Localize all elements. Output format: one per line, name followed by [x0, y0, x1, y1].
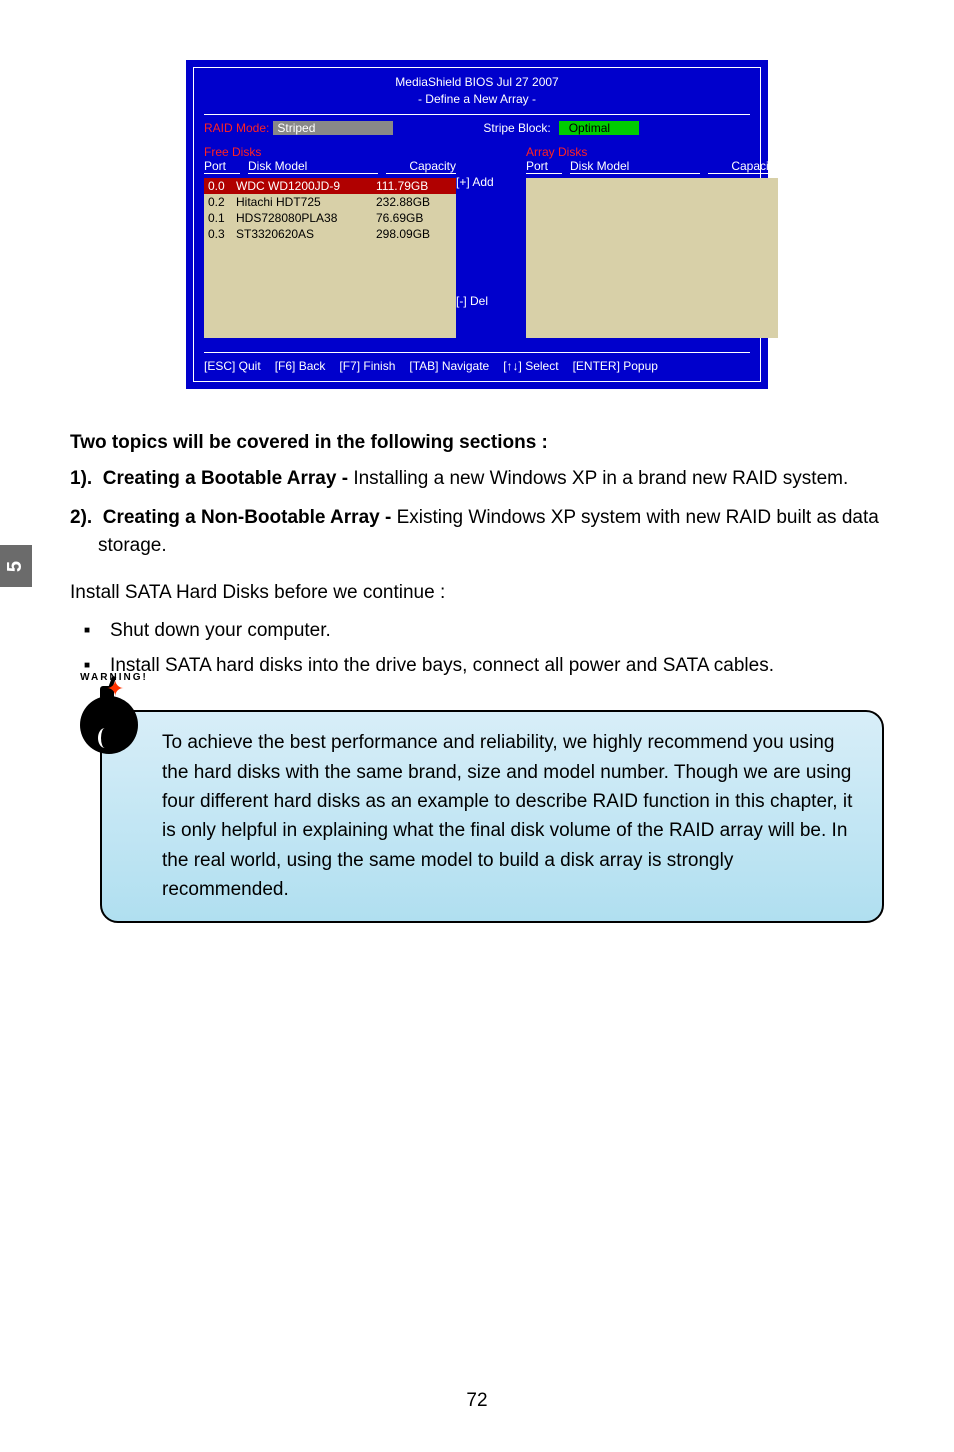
topic2-num: 2). [70, 507, 92, 528]
topic1-rest: Installing a new Windows XP in a brand n… [348, 468, 848, 489]
col-port: Port [526, 159, 562, 174]
bios-title-line2: - Define a New Array - [204, 91, 750, 108]
disk-capacity: 298.09GB [376, 227, 452, 241]
col-capacity: Capacity [708, 159, 778, 174]
disk-model: HDS728080PLA38 [236, 211, 376, 225]
array-disks-list[interactable] [526, 178, 778, 338]
stripe-block-value[interactable]: Optimal [559, 121, 639, 135]
topic-item-1: 1). Creating a Bootable Array - Installi… [98, 465, 884, 494]
bios-footer: [ESC] Quit [F6] Back [F7] Finish [TAB] N… [204, 352, 750, 373]
topic2-bold: Creating a Non-Bootable Array - [103, 507, 392, 528]
raid-mode-label: RAID Mode: [204, 121, 269, 135]
disk-capacity: 232.88GB [376, 195, 452, 209]
warning-callout: WARNING! ✦ To achieve the best performan… [70, 710, 884, 923]
topic1-num: 1). [70, 468, 92, 489]
topic1-bold: Creating a Bootable Array - [103, 468, 348, 489]
bios-screenshot: MediaShield BIOS Jul 27 2007 - Define a … [186, 60, 768, 389]
key-f7: [F7] Finish [339, 359, 395, 373]
raid-mode-value[interactable]: Striped [273, 121, 393, 135]
disk-port: 0.0 [208, 179, 236, 193]
disk-capacity: 111.79GB [376, 179, 452, 193]
array-disks-label: Array Disks [526, 145, 778, 159]
bios-title-line1: MediaShield BIOS Jul 27 2007 [204, 74, 750, 91]
free-disk-row[interactable]: 0.2 Hitachi HDT725 232.88GB [204, 194, 456, 210]
col-port: Port [204, 159, 240, 174]
col-capacity: Capacity [386, 159, 456, 174]
add-button[interactable]: [+] Add [456, 175, 526, 189]
del-button[interactable]: [-] Del [456, 294, 526, 308]
disk-model: WDC WD1200JD-9 [236, 179, 376, 193]
col-model: Disk Model [570, 159, 700, 174]
disk-port: 0.1 [208, 211, 236, 225]
disk-port: 0.2 [208, 195, 236, 209]
disk-capacity: 76.69GB [376, 211, 452, 225]
warning-text: To achieve the best performance and reli… [100, 710, 884, 923]
topics-heading: Two topics will be covered in the follow… [70, 429, 884, 458]
chapter-tab: 5 [0, 545, 32, 587]
spark-icon: ✦ [106, 672, 124, 705]
key-enter: [ENTER] Popup [573, 359, 658, 373]
disk-port: 0.3 [208, 227, 236, 241]
warning-bomb-icon: WARNING! ✦ [70, 678, 154, 762]
key-esc: [ESC] Quit [204, 359, 261, 373]
free-disks-label: Free Disks [204, 145, 456, 159]
stripe-block-field[interactable]: Stripe Block: Optimal [483, 121, 638, 135]
bullet-1: Shut down your computer. [98, 617, 884, 646]
chapter-tab-number: 5 [5, 560, 28, 571]
free-disk-row[interactable]: 0.3 ST3320620AS 298.09GB [204, 226, 456, 242]
free-disks-list[interactable]: 0.0 WDC WD1200JD-9 111.79GB 0.2 Hitachi … [204, 178, 456, 338]
free-disk-row[interactable]: 0.0 WDC WD1200JD-9 111.79GB [204, 178, 456, 194]
key-f6: [F6] Back [275, 359, 326, 373]
stripe-block-label: Stripe Block: [483, 121, 550, 135]
disk-model: Hitachi HDT725 [236, 195, 376, 209]
key-tab: [TAB] Navigate [409, 359, 489, 373]
install-intro: Install SATA Hard Disks before we contin… [70, 579, 884, 608]
bullet-2: Install SATA hard disks into the drive b… [98, 652, 884, 681]
key-arrows: [↑↓] Select [503, 359, 558, 373]
disk-model: ST3320620AS [236, 227, 376, 241]
page-number: 72 [0, 1390, 954, 1412]
col-model: Disk Model [248, 159, 378, 174]
topic-item-2: 2). Creating a Non-Bootable Array - Exis… [98, 504, 884, 561]
free-disk-row[interactable]: 0.1 HDS728080PLA38 76.69GB [204, 210, 456, 226]
raid-mode-field[interactable]: RAID Mode: Striped [204, 121, 393, 135]
bios-title: MediaShield BIOS Jul 27 2007 - Define a … [204, 74, 750, 108]
